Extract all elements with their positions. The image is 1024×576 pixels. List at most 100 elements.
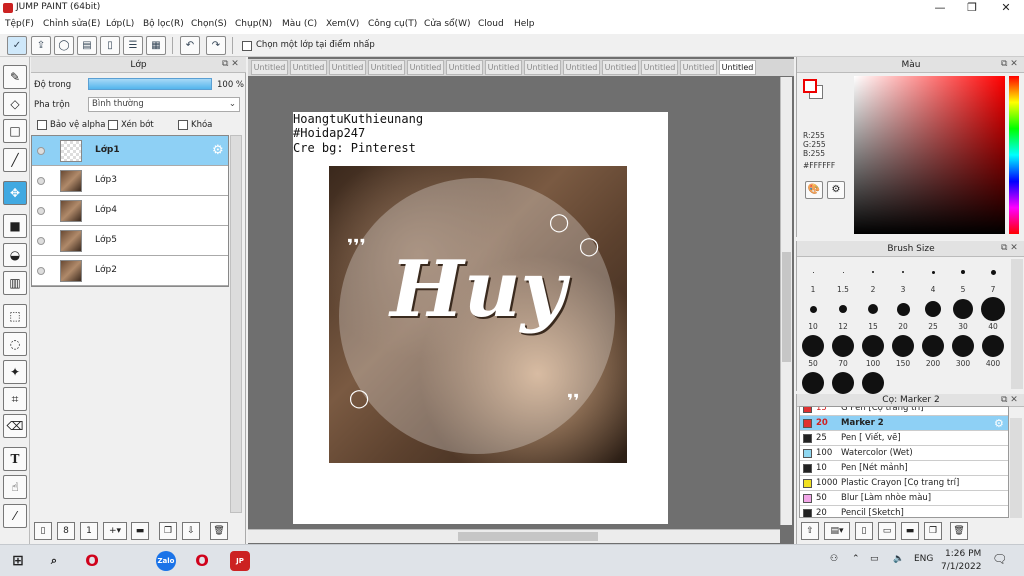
document-tab[interactable]: Untitled bbox=[719, 60, 756, 75]
jump-paint-icon[interactable]: JP bbox=[230, 551, 250, 571]
trash-icon[interactable]: 🗑 bbox=[210, 522, 228, 540]
folder-icon[interactable]: ▬ bbox=[131, 522, 149, 540]
brush-scrollbar[interactable] bbox=[1011, 259, 1023, 389]
clock-date[interactable]: 7/1/2022 bbox=[941, 562, 981, 572]
snap-icon[interactable]: ✓ bbox=[7, 36, 27, 55]
layer-row[interactable]: Lớp5 bbox=[32, 226, 228, 256]
menu-tools[interactable]: Công cụ(T) bbox=[368, 19, 417, 29]
menu-color[interactable]: Màu (C) bbox=[282, 19, 317, 29]
eyedropper-tool-icon[interactable]: ⁄ bbox=[3, 504, 27, 528]
document-tab[interactable]: Untitled bbox=[368, 60, 405, 75]
document-tab[interactable]: Untitled bbox=[563, 60, 600, 75]
chevron-up-icon[interactable]: ⌃ bbox=[852, 554, 860, 564]
document-tab[interactable]: Untitled bbox=[680, 60, 717, 75]
search-icon[interactable]: ⌕ bbox=[44, 551, 64, 571]
menu-capture[interactable]: Chụp(N) bbox=[235, 19, 272, 29]
visibility-icon[interactable] bbox=[37, 207, 45, 215]
pick-layer-checkbox[interactable] bbox=[242, 41, 252, 51]
canvas-page[interactable]: HoangtuKuthieunang #Hoidap247 Cre bg: Pi… bbox=[293, 112, 668, 524]
windows-start-icon[interactable]: ⊞ bbox=[8, 551, 28, 571]
brush-size-option[interactable]: 1 bbox=[798, 259, 828, 297]
brush-menu-icon[interactable]: ▤▾ bbox=[824, 522, 850, 540]
panel-float-icon[interactable]: ⧉ ✕ bbox=[1001, 395, 1018, 405]
canvas-horizontal-scrollbar[interactable] bbox=[248, 529, 780, 543]
document-tab[interactable]: Untitled bbox=[641, 60, 678, 75]
page-icon[interactable]: ▯ bbox=[100, 36, 120, 55]
brush-size-option[interactable]: 20 bbox=[888, 296, 918, 334]
select-eraser-icon[interactable]: ⌫ bbox=[3, 414, 27, 438]
volume-icon[interactable]: 🔈 bbox=[893, 554, 904, 564]
menu-select[interactable]: Chọn(S) bbox=[191, 19, 227, 29]
palette-icon[interactable]: 🎨 bbox=[805, 181, 823, 199]
document-tab[interactable]: Untitled bbox=[485, 60, 522, 75]
brush-size-option[interactable]: 100 bbox=[858, 333, 888, 371]
brush-size-option[interactable]: 40 bbox=[978, 296, 1008, 334]
brush-tool-icon[interactable]: ✎ bbox=[3, 65, 27, 89]
layer-row[interactable]: Lớp3 bbox=[32, 166, 228, 196]
visibility-icon[interactable] bbox=[37, 147, 45, 155]
brush-list-item[interactable]: 20 Marker 2 ⚙ bbox=[800, 416, 1008, 431]
minimize-button[interactable]: — bbox=[924, 0, 956, 16]
lock-checkbox[interactable] bbox=[178, 120, 188, 130]
gradient-tool-icon[interactable]: ▥ bbox=[3, 271, 27, 295]
undo-icon[interactable]: ↶ bbox=[180, 36, 200, 55]
brush-size-option[interactable]: 3 bbox=[888, 259, 918, 297]
notification-icon[interactable]: 🗨 bbox=[992, 552, 1007, 566]
scroll-thumb[interactable] bbox=[782, 252, 791, 362]
canvas-vertical-scrollbar[interactable] bbox=[780, 77, 792, 525]
comment-icon[interactable]: ◯ bbox=[54, 36, 74, 55]
document-tab[interactable]: Untitled bbox=[407, 60, 444, 75]
close-button[interactable]: ✕ bbox=[990, 0, 1022, 16]
hue-slider[interactable] bbox=[1009, 76, 1019, 234]
document-tab[interactable]: Untitled bbox=[446, 60, 483, 75]
people-icon[interactable]: ⚇ bbox=[830, 554, 838, 564]
message-icon[interactable]: ▤ bbox=[77, 36, 97, 55]
duplicate-icon[interactable]: ❐ bbox=[924, 522, 942, 540]
gear-icon[interactable]: ⚙ bbox=[994, 417, 1004, 430]
brush-list-item[interactable]: 50 Blur [Làm nhòe màu] bbox=[800, 491, 1008, 506]
clipping-checkbox[interactable] bbox=[108, 120, 118, 130]
select-pen-icon[interactable]: ⌗ bbox=[3, 387, 27, 411]
opacity-slider[interactable] bbox=[88, 78, 212, 90]
layer-scrollbar[interactable] bbox=[230, 135, 242, 513]
brush-list-item[interactable]: 1000 Plastic Crayon [Cọ trang trí] bbox=[800, 476, 1008, 491]
brush-add-icon[interactable]: ⇧ bbox=[801, 522, 819, 540]
new-1bit-layer-icon[interactable]: 1 bbox=[80, 522, 98, 540]
gear-icon[interactable]: ⚙ bbox=[212, 143, 224, 158]
layer-row[interactable]: Lớp4 bbox=[32, 196, 228, 226]
document-tab[interactable]: Untitled bbox=[290, 60, 327, 75]
brush-size-option[interactable]: 300 bbox=[948, 333, 978, 371]
network-icon[interactable]: ▭ bbox=[870, 554, 879, 564]
palette-settings-icon[interactable]: ⚙ bbox=[827, 181, 845, 199]
brush-list-item[interactable]: 10 Pen [Nét mảnh] bbox=[800, 461, 1008, 476]
brush-copy-icon[interactable]: ▯ bbox=[855, 522, 873, 540]
brush-size-option[interactable]: 7 bbox=[978, 259, 1008, 297]
shape-tool-icon[interactable]: □ bbox=[3, 119, 27, 143]
brush-size-option[interactable]: 25 bbox=[918, 296, 948, 334]
brush-size-option[interactable]: 400 bbox=[978, 333, 1008, 371]
document-tab[interactable]: Untitled bbox=[251, 60, 288, 75]
brush-list-item[interactable]: 20 Pencil [Sketch] bbox=[800, 506, 1008, 517]
brush-size-option[interactable]: 150 bbox=[888, 333, 918, 371]
new-8bit-layer-icon[interactable]: 8 bbox=[57, 522, 75, 540]
brush-import-icon[interactable]: ▭ bbox=[878, 522, 896, 540]
brush-size-option[interactable]: 50 bbox=[798, 333, 828, 371]
menu-window[interactable]: Cửa sổ(W) bbox=[424, 19, 470, 29]
brush-size-option[interactable]: 1.5 bbox=[828, 259, 858, 297]
new-layer-icon[interactable]: ▯ bbox=[34, 522, 52, 540]
panel-float-icon[interactable]: ⧉ ✕ bbox=[1001, 59, 1018, 69]
brush-list-item[interactable]: 15 G Pen [Cọ trang trí] bbox=[800, 407, 1008, 416]
input-language[interactable]: ENG bbox=[914, 554, 933, 564]
list-icon[interactable]: ☰ bbox=[123, 36, 143, 55]
merge-icon[interactable]: ⇩ bbox=[182, 522, 200, 540]
document-tab[interactable]: Untitled bbox=[602, 60, 639, 75]
brush-list-item[interactable]: 100 Watercolor (Wet) bbox=[800, 446, 1008, 461]
opera-icon[interactable]: O bbox=[192, 551, 212, 571]
brush-size-option[interactable]: 2 bbox=[858, 259, 888, 297]
brush-size-option[interactable]: 70 bbox=[828, 333, 858, 371]
brush-size-option[interactable]: 200 bbox=[918, 333, 948, 371]
layer-row[interactable]: Lớp1 ⚙ bbox=[32, 136, 228, 166]
menu-view[interactable]: Xem(V) bbox=[326, 19, 359, 29]
opera-icon[interactable]: O bbox=[82, 551, 102, 571]
redo-icon[interactable]: ↷ bbox=[206, 36, 226, 55]
